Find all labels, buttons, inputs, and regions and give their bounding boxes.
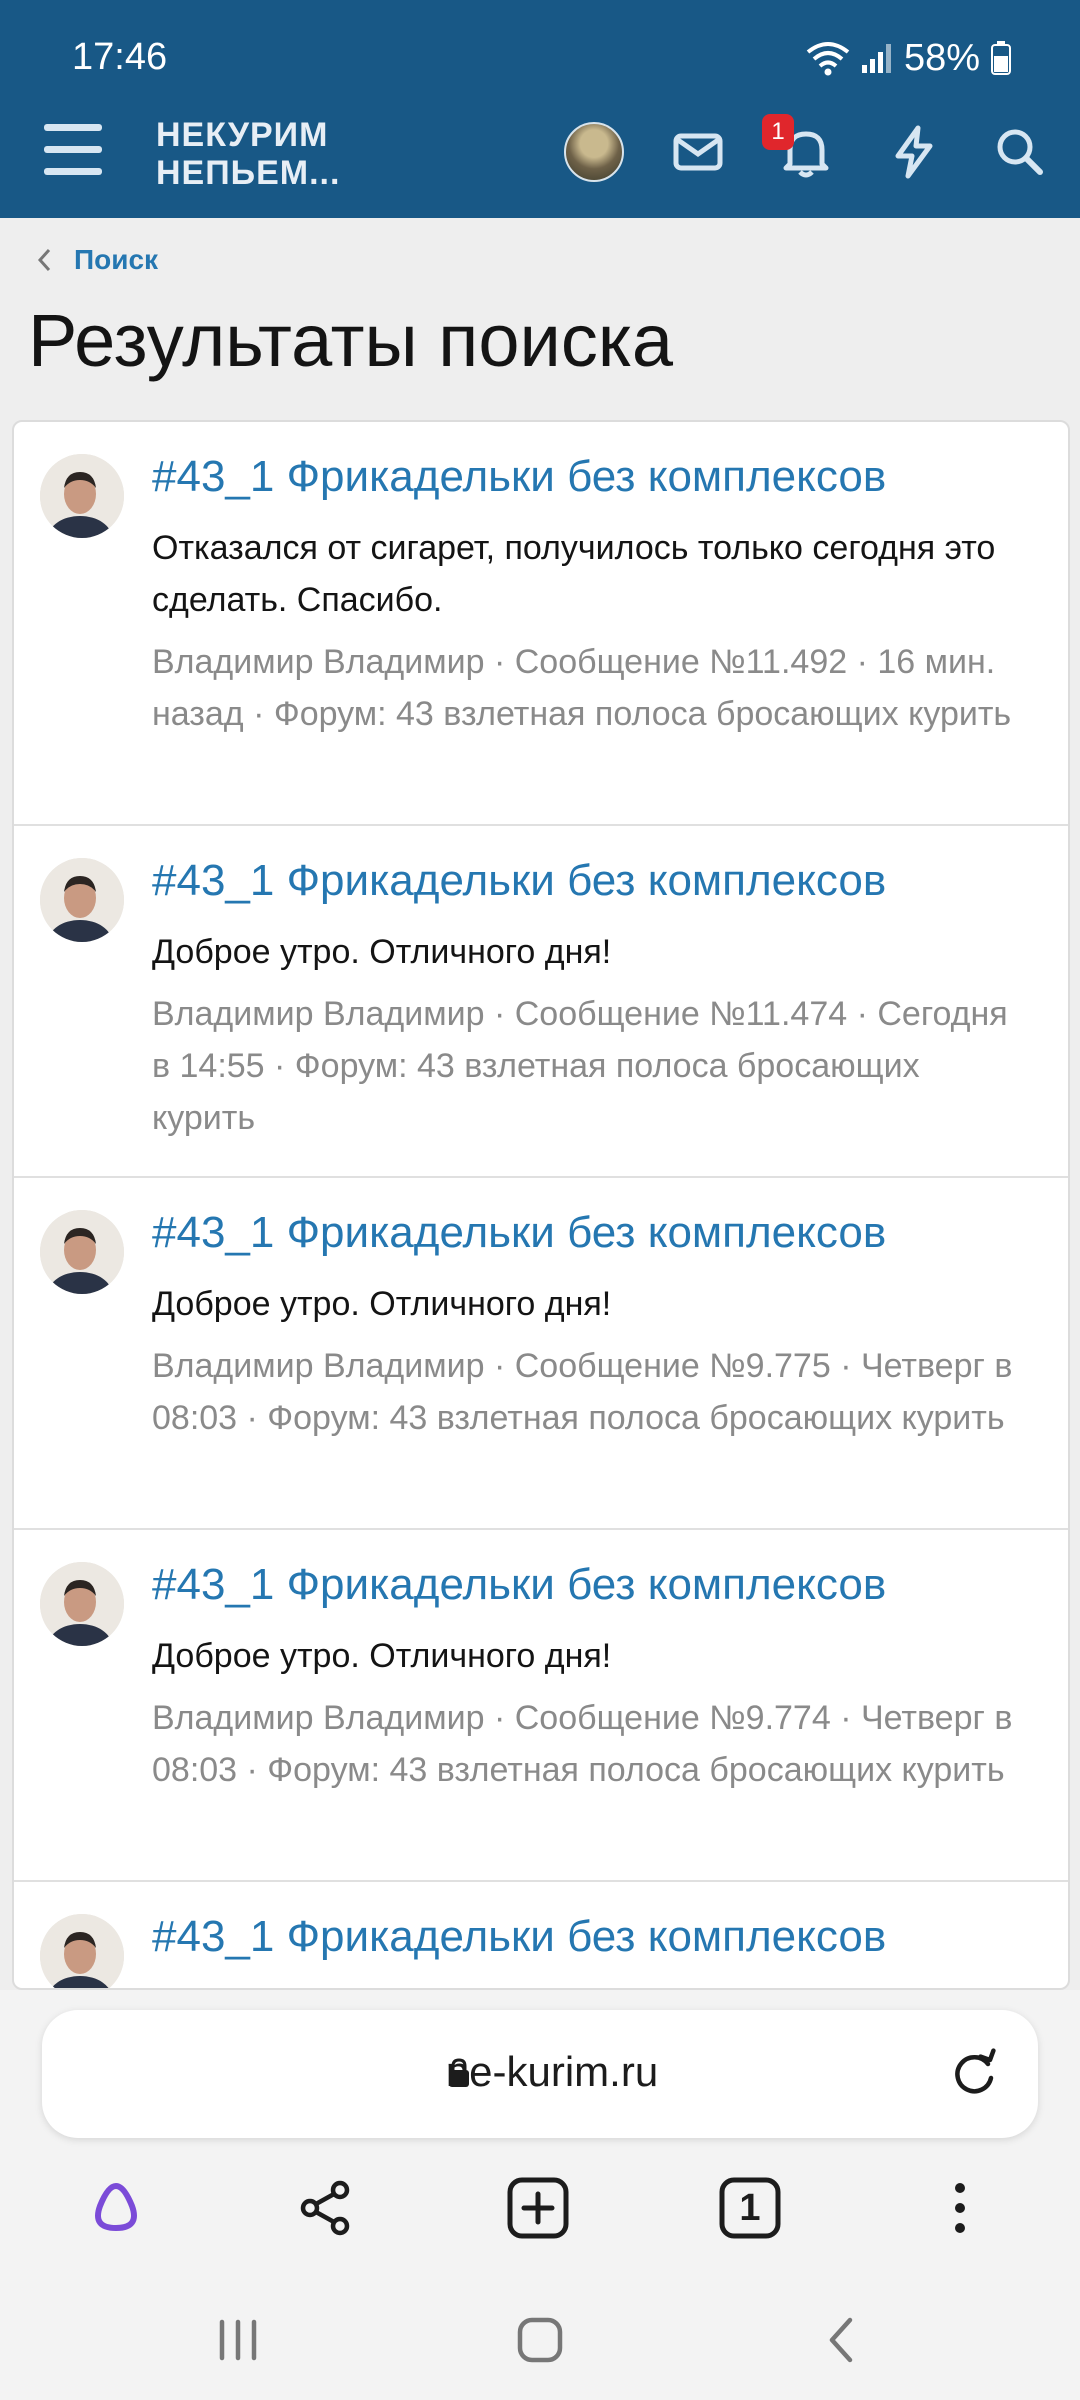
- app-header: 17:46 58% НЕКУРИМ НЕПЬЕМ... 1: [0, 0, 1080, 218]
- battery-percent: 58%: [903, 36, 980, 79]
- result-meta: Владимир Владимир · Сообщение №9.775 · Ч…: [152, 1347, 1013, 1437]
- new-tab-icon[interactable]: [506, 2176, 570, 2240]
- search-icon[interactable]: [988, 120, 1052, 184]
- reload-icon[interactable]: [946, 2046, 1002, 2102]
- result-meta: Владимир Владимир · Сообщение №11.474 · …: [152, 995, 1008, 1137]
- search-result[interactable]: #43_1 Фрикадельки без комплексов Отказал…: [14, 422, 1068, 826]
- menu-icon-line: [44, 146, 102, 153]
- result-meta: Владимир Владимир · Сообщение №9.774 · Ч…: [152, 1699, 1013, 1789]
- status-icons: 58%: [806, 34, 1012, 82]
- address-bar[interactable]: ne-kurim.ru: [42, 2010, 1038, 2138]
- result-snippet: Доброе утро. Отличного дня!: [152, 1285, 612, 1323]
- author-avatar[interactable]: [40, 858, 124, 942]
- back-icon[interactable]: [814, 2312, 870, 2368]
- share-icon[interactable]: [294, 2176, 358, 2240]
- result-title-link[interactable]: #43_1 Фрикадельки без комплексов: [152, 1912, 886, 1962]
- chevron-left-icon: [37, 248, 51, 272]
- status-time: 17:46: [72, 36, 168, 78]
- result-title-link[interactable]: #43_1 Фрикадельки без комплексов: [152, 856, 886, 906]
- url-text[interactable]: ne-kurim.ru: [42, 2048, 1038, 2096]
- menu-icon-line: [44, 124, 102, 131]
- logo-line: НЕКУРИМ: [156, 116, 329, 154]
- result-title-link[interactable]: #43_1 Фрикадельки без комплексов: [152, 452, 886, 502]
- author-avatar[interactable]: [40, 1210, 124, 1294]
- menu-icon-line: [44, 168, 102, 175]
- result-snippet: Доброе утро. Отличного дня!: [152, 933, 612, 971]
- alice-icon[interactable]: [84, 2176, 148, 2240]
- logo-line: НЕПЬЕМ...: [156, 154, 341, 192]
- mail-icon[interactable]: [668, 120, 732, 184]
- home-icon[interactable]: [512, 2312, 568, 2368]
- result-title-link[interactable]: #43_1 Фрикадельки без комплексов: [152, 1560, 886, 1610]
- author-avatar[interactable]: [40, 1562, 124, 1646]
- notification-badge: 1: [762, 114, 794, 150]
- author-avatar[interactable]: [40, 1914, 124, 1988]
- tab-count: 1: [739, 2186, 761, 2229]
- site-logo[interactable]: НЕКУРИМ НЕПЬЕМ...: [156, 116, 340, 192]
- battery-icon: [991, 41, 1011, 75]
- result-snippet: Доброе утро. Отличного дня!: [152, 1637, 612, 1675]
- browser-bottom-bar: ne-kurim.ru 1: [0, 1990, 1080, 2400]
- more-icon[interactable]: [928, 2176, 992, 2240]
- wifi-icon: [806, 42, 850, 76]
- search-result[interactable]: #43_1 Фрикадельки без комплексов Доброе …: [14, 826, 1068, 1178]
- breadcrumb[interactable]: Поиск: [36, 244, 158, 276]
- search-result[interactable]: #43_1 Фрикадельки без комплексов: [14, 1882, 1068, 1988]
- result-meta: Владимир Владимир · Сообщение №11.492 · …: [152, 643, 1012, 733]
- bolt-icon[interactable]: [882, 120, 946, 184]
- search-results: #43_1 Фрикадельки без комплексов Отказал…: [12, 420, 1070, 1990]
- result-snippet: Отказался от сигарет, получилось только …: [152, 529, 996, 619]
- user-avatar[interactable]: [564, 122, 624, 182]
- search-result[interactable]: #43_1 Фрикадельки без комплексов Доброе …: [14, 1178, 1068, 1530]
- recents-icon[interactable]: [210, 2312, 266, 2368]
- tabs-icon[interactable]: 1: [718, 2176, 782, 2240]
- breadcrumb-search-link[interactable]: Поиск: [74, 244, 158, 276]
- author-avatar[interactable]: [40, 454, 124, 538]
- signal-icon: [861, 44, 891, 73]
- page-title: Результаты поиска: [28, 299, 674, 382]
- result-title-link[interactable]: #43_1 Фрикадельки без комплексов: [152, 1208, 886, 1258]
- menu-button[interactable]: [44, 124, 102, 176]
- search-result[interactable]: #43_1 Фрикадельки без комплексов Доброе …: [14, 1530, 1068, 1882]
